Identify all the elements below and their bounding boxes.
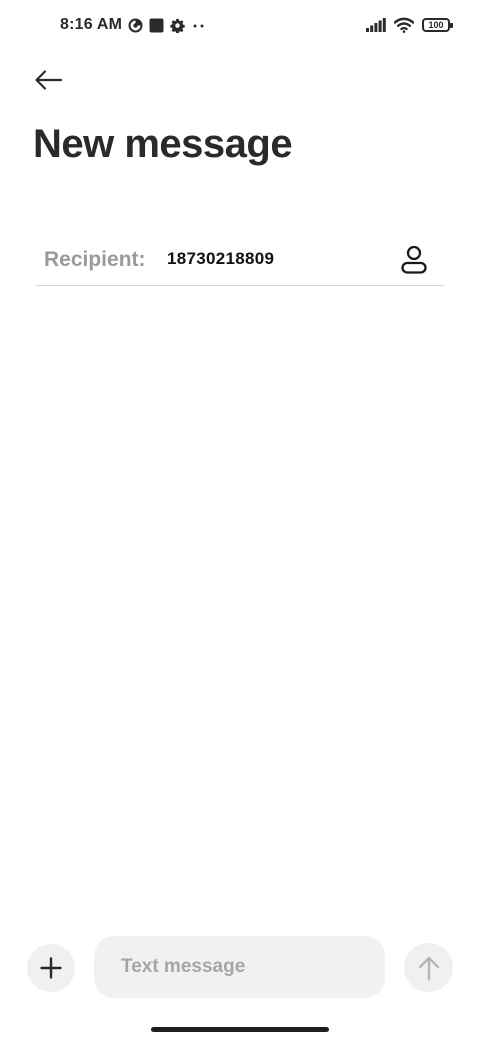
plus-icon: [40, 957, 62, 979]
status-right: 100: [366, 17, 453, 33]
battery-icon: 100: [422, 18, 453, 32]
person-icon: [400, 245, 428, 275]
back-button[interactable]: [28, 62, 68, 98]
recipient-label: Recipient:: [44, 248, 146, 271]
contact-picker-button[interactable]: [398, 244, 430, 276]
status-left: 8:16 AM: [60, 16, 207, 34]
home-indicator[interactable]: [151, 1027, 329, 1032]
arrow-left-icon: [34, 69, 63, 91]
wifi-icon: [393, 17, 415, 33]
data-saver-icon: [128, 18, 143, 33]
recipient-field[interactable]: Recipient: 18730218809: [36, 236, 444, 286]
signal-bars-icon: [366, 18, 386, 32]
page-title: New message: [33, 122, 293, 166]
status-bar: 8:16 AM 100: [0, 0, 480, 56]
message-input[interactable]: [94, 936, 385, 998]
arrow-up-icon: [417, 955, 441, 981]
send-button[interactable]: [404, 943, 453, 992]
settings-gear-icon: [170, 18, 185, 33]
square-notification-icon: [149, 18, 164, 33]
status-time: 8:16 AM: [60, 16, 123, 33]
battery-level: 100: [428, 20, 444, 30]
more-dots-icon: [191, 18, 207, 33]
recipient-number[interactable]: 18730218809: [167, 249, 274, 269]
attach-button[interactable]: [27, 944, 75, 992]
